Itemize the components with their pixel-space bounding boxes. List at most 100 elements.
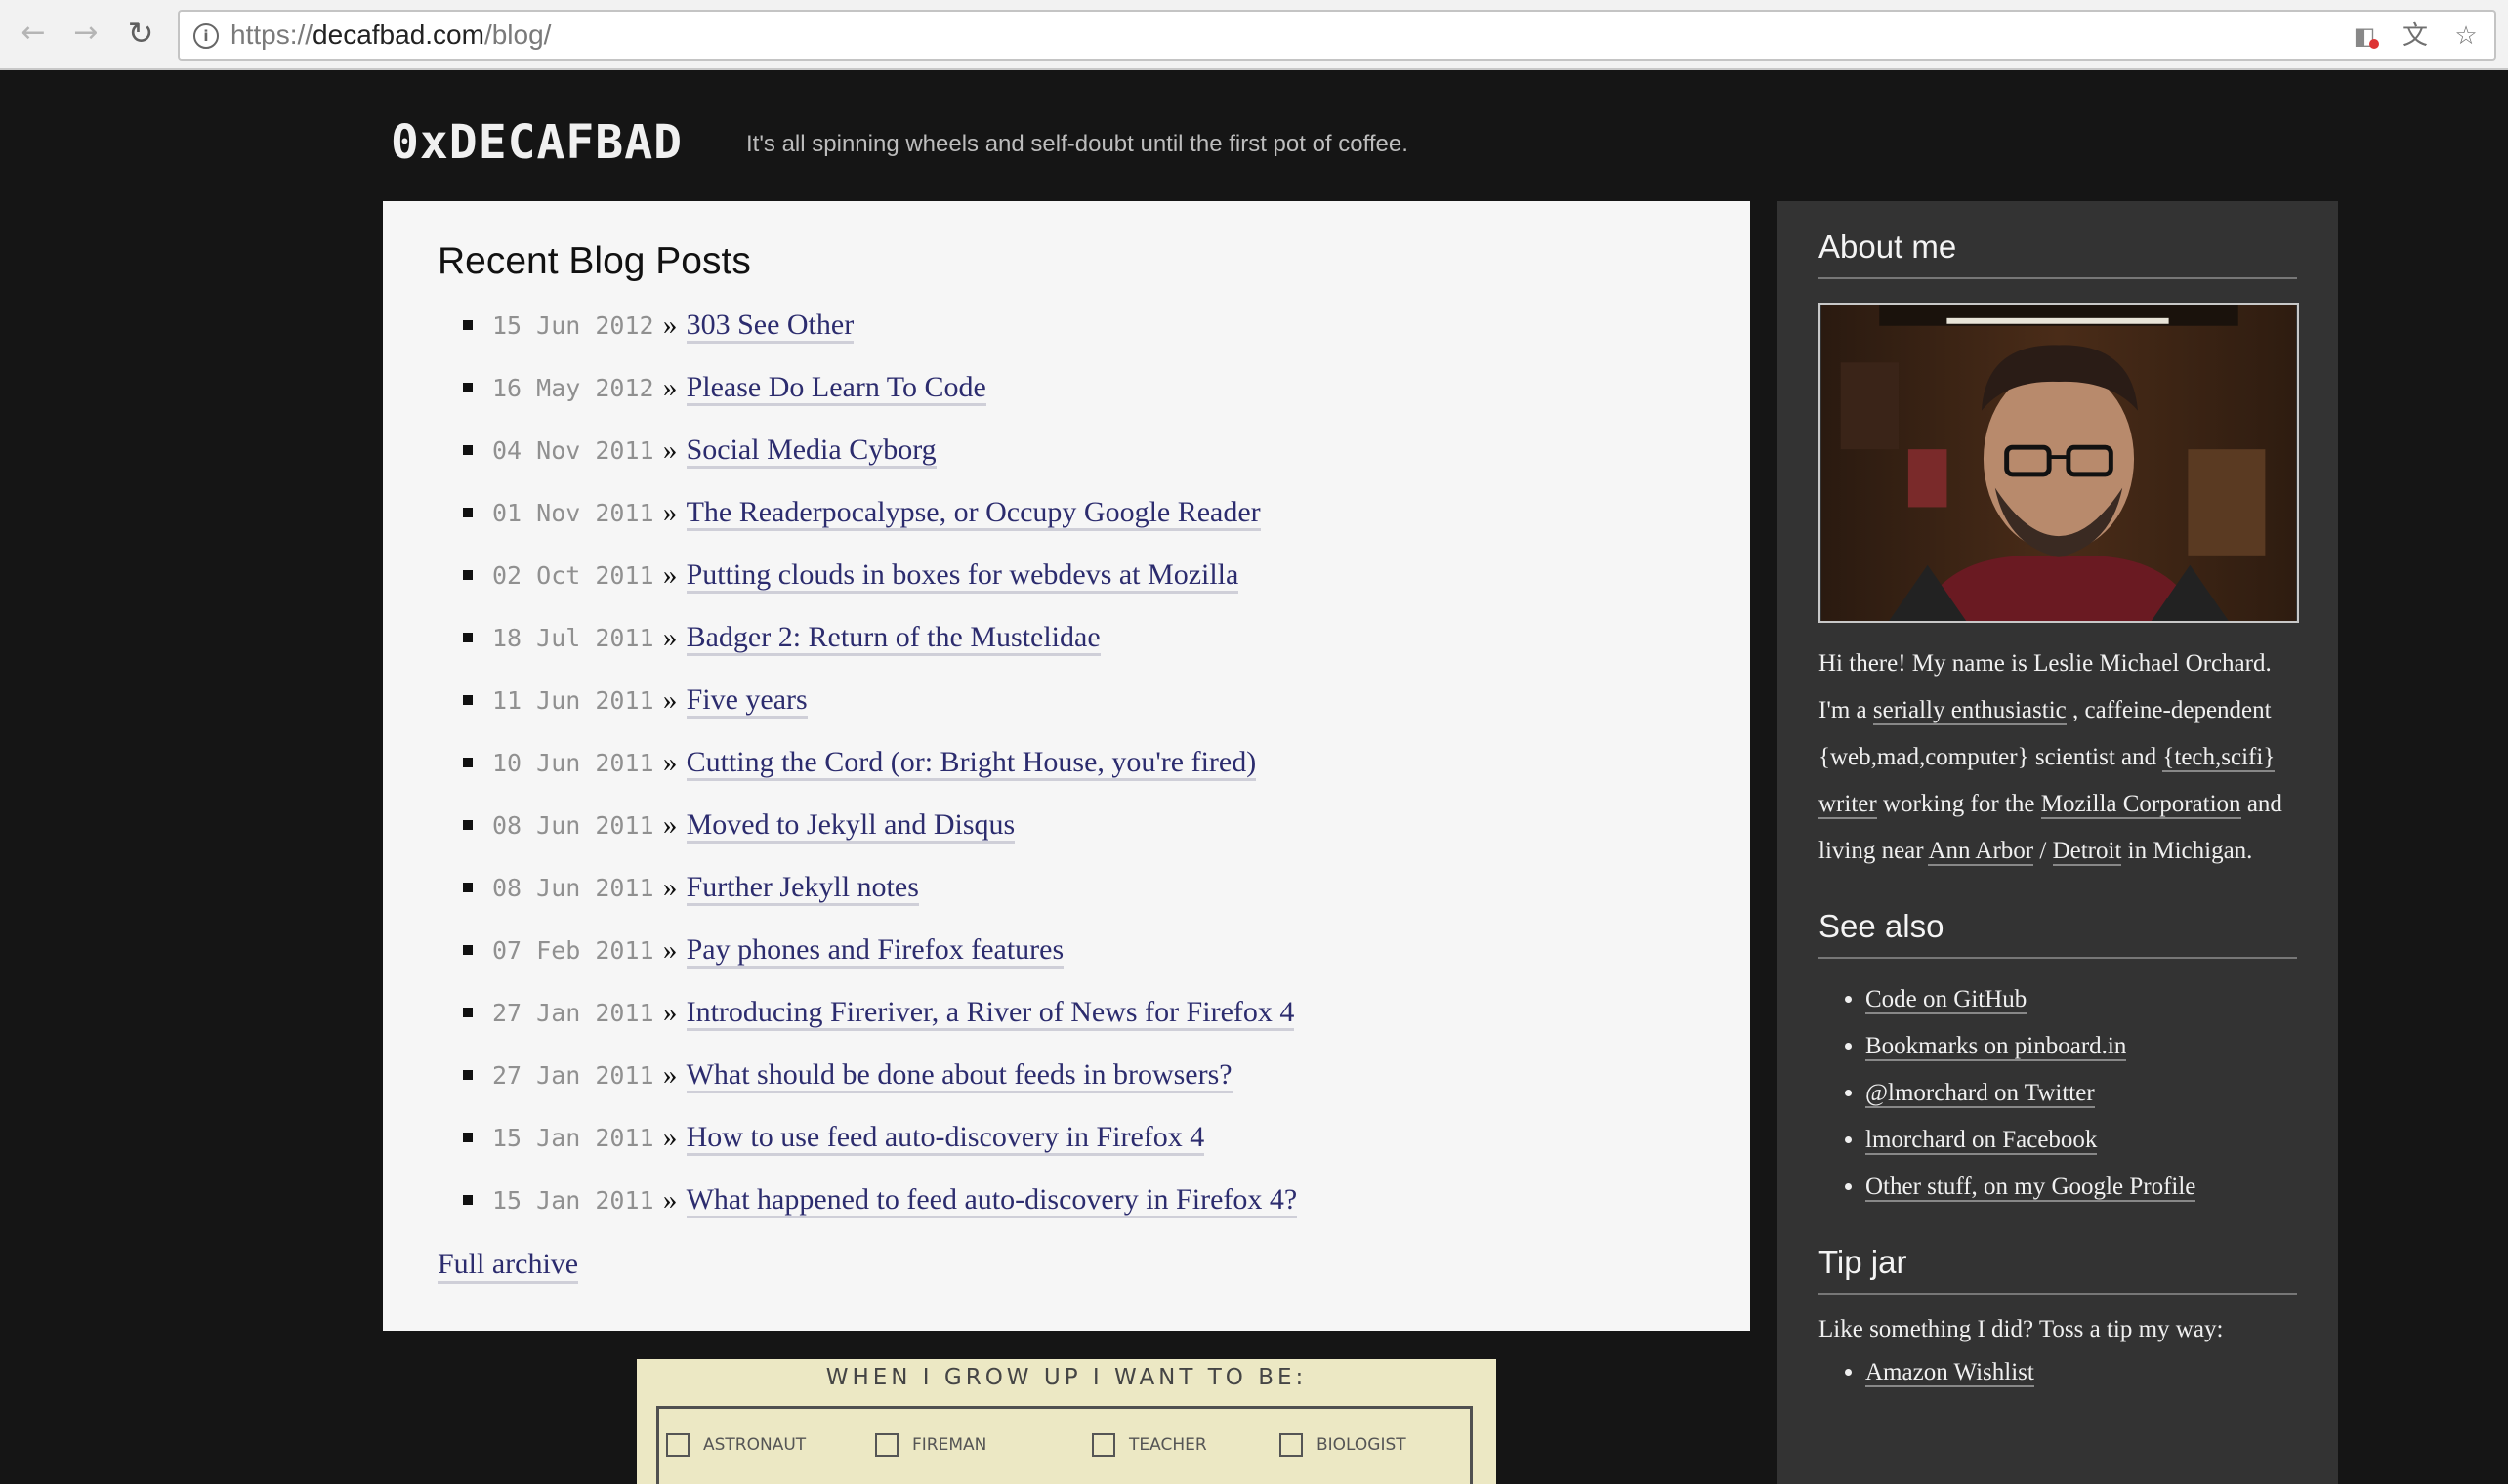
site-title[interactable]: 0xDECAFBAD (391, 115, 683, 170)
post-list-item: 27 Jan 2011 » Introducing Fireriver, a R… (438, 988, 1695, 1051)
recent-posts-panel: Recent Blog Posts 15 Jun 2012 » 303 See … (383, 201, 1750, 1331)
list-item: Other stuff, on my Google Profile (1865, 1164, 2297, 1211)
post-date: 08 Jun 2011 (492, 874, 654, 902)
post-date: 02 Oct 2011 (492, 561, 654, 590)
github-link[interactable]: Code on GitHub (1865, 986, 2027, 1014)
twitter-link[interactable]: @lmorchard on Twitter (1865, 1080, 2095, 1108)
post-date: 27 Jan 2011 (492, 999, 654, 1027)
post-separator: » (662, 497, 678, 528)
checkbox-icon (1092, 1433, 1115, 1457)
sidebar: About me Hi there! My name is Leslie Mic… (1777, 201, 2338, 1484)
blocked-extension-icon[interactable]: ◧ (2350, 21, 2379, 51)
post-date: 15 Jan 2011 (492, 1124, 654, 1152)
amazon-wishlist-link[interactable]: Amazon Wishlist (1865, 1359, 2034, 1387)
grow-up-checklist-image: WHEN I GROW UP I WANT TO BE: ASTRONAUT F… (637, 1359, 1496, 1484)
address-bar[interactable]: i https://decafbad.com/blog/ ◧ 文 ☆ (178, 10, 2496, 61)
reload-icon[interactable]: ↻ (121, 14, 160, 53)
post-separator: » (662, 622, 678, 653)
tip-jar-section: Tip jar Like something I did? Toss a tip… (1818, 1244, 2297, 1396)
post-date: 04 Nov 2011 (492, 436, 654, 465)
url-path: /blog/ (483, 20, 552, 50)
pinboard-link[interactable]: Bookmarks on pinboard.in (1865, 1033, 2127, 1061)
full-archive-link[interactable]: Full archive (438, 1248, 579, 1284)
checkbox-icon (1279, 1433, 1303, 1457)
post-date: 15 Jan 2011 (492, 1186, 654, 1215)
about-me-heading: About me (1818, 228, 2297, 279)
post-date: 16 May 2012 (492, 374, 654, 402)
post-title-link[interactable]: Further Jekyll notes (686, 871, 919, 906)
post-separator: » (662, 747, 678, 778)
ann-arbor-link[interactable]: Ann Arbor (1928, 838, 2034, 866)
serially-enthusiastic-link[interactable]: serially enthusiastic (1872, 697, 2067, 725)
checklist-heading: WHEN I GROW UP I WANT TO BE: (825, 1365, 1308, 1390)
post-list-item: 27 Jan 2011 » What should be done about … (438, 1051, 1695, 1113)
post-list-item: 15 Jun 2012 » 303 See Other (438, 301, 1695, 363)
bio-text: Hi there! My name is Leslie Michael Orch… (1818, 650, 2282, 866)
checklist-option: FIREMAN (875, 1433, 986, 1457)
detroit-link[interactable]: Detroit (2052, 838, 2122, 866)
list-item: Bookmarks on pinboard.in (1865, 1023, 2297, 1070)
post-title-link[interactable]: The Readerpocalypse, or Occupy Google Re… (686, 496, 1261, 531)
checkbox-icon (666, 1433, 690, 1457)
checklist-option: ASTRONAUT (666, 1433, 806, 1457)
see-also-heading: See also (1818, 908, 2297, 959)
mozilla-corporation-link[interactable]: Mozilla Corporation (2040, 791, 2241, 819)
list-item: Amazon Wishlist (1865, 1349, 2297, 1396)
post-date: 07 Feb 2011 (492, 936, 654, 965)
post-title-link[interactable]: Introducing Fireriver, a River of News f… (686, 996, 1295, 1031)
post-title-link[interactable]: What happened to feed auto-discovery in … (686, 1183, 1298, 1218)
post-title-link[interactable]: Moved to Jekyll and Disqus (686, 808, 1016, 844)
post-title-link[interactable]: Pay phones and Firefox features (686, 933, 1065, 969)
post-list-item: 11 Jun 2011 » Five years (438, 676, 1695, 738)
bookmark-star-icon[interactable]: ☆ (2451, 21, 2481, 51)
post-separator: » (662, 1122, 678, 1153)
author-photo (1818, 303, 2299, 623)
post-date: 18 Jul 2011 (492, 624, 654, 652)
post-separator: » (662, 559, 678, 591)
post-title-link[interactable]: Social Media Cyborg (686, 433, 937, 469)
post-list-item: 18 Jul 2011 » Badger 2: Return of the Mu… (438, 613, 1695, 676)
post-date: 27 Jan 2011 (492, 1061, 654, 1090)
forward-arrow-icon[interactable]: → (66, 14, 105, 53)
post-list-item: 01 Nov 2011 » The Readerpocalypse, or Oc… (438, 488, 1695, 551)
post-date: 10 Jun 2011 (492, 749, 654, 777)
post-list-item: 08 Jun 2011 » Moved to Jekyll and Disqus (438, 801, 1695, 863)
tip-jar-list: Amazon Wishlist (1818, 1349, 2297, 1396)
checkbox-icon (875, 1433, 899, 1457)
info-icon[interactable]: i (193, 23, 219, 49)
url-host: decafbad.com (313, 20, 484, 50)
post-date: 08 Jun 2011 (492, 811, 654, 840)
google-profile-link[interactable]: Other stuff, on my Google Profile (1865, 1174, 2196, 1202)
post-separator: » (662, 934, 678, 966)
post-separator: » (662, 684, 678, 716)
post-separator: » (662, 372, 678, 403)
post-title-link[interactable]: What should be done about feeds in brows… (686, 1058, 1233, 1093)
post-title-link[interactable]: Badger 2: Return of the Mustelidae (686, 621, 1101, 656)
post-list-item: 15 Jan 2011 » How to use feed auto-disco… (438, 1113, 1695, 1175)
post-title-link[interactable]: Putting clouds in boxes for webdevs at M… (686, 558, 1239, 594)
post-title-link[interactable]: 303 See Other (686, 309, 855, 344)
post-list-item: 16 May 2012 » Please Do Learn To Code (438, 363, 1695, 426)
url-text[interactable]: https://decafbad.com/blog/ (230, 20, 551, 51)
post-separator: » (662, 809, 678, 841)
facebook-link[interactable]: lmorchard on Facebook (1865, 1127, 2098, 1155)
translate-icon[interactable]: 文 (2401, 21, 2430, 51)
post-list-item: 04 Nov 2011 » Social Media Cyborg (438, 426, 1695, 488)
post-list-item: 02 Oct 2011 » Putting clouds in boxes fo… (438, 551, 1695, 613)
browser-toolbar: ← → ↻ i https://decafbad.com/blog/ ◧ 文 ☆ (0, 0, 2508, 70)
list-item: lmorchard on Facebook (1865, 1117, 2297, 1164)
post-date: 01 Nov 2011 (492, 499, 654, 527)
post-title-link[interactable]: Five years (686, 683, 808, 719)
post-separator: » (662, 997, 678, 1028)
post-list-item: 10 Jun 2011 » Cutting the Cord (or: Brig… (438, 738, 1695, 801)
see-also-list: Code on GitHub Bookmarks on pinboard.in … (1818, 976, 2297, 1211)
post-separator: » (662, 872, 678, 903)
tip-jar-heading: Tip jar (1818, 1244, 2297, 1295)
checklist-option: BIOLOGIST (1279, 1433, 1406, 1457)
post-title-link[interactable]: Cutting the Cord (or: Bright House, you'… (686, 746, 1257, 781)
post-title-link[interactable]: Please Do Learn To Code (686, 371, 986, 406)
site-tagline: It's all spinning wheels and self-doubt … (746, 131, 1408, 157)
post-separator: » (662, 434, 678, 466)
back-arrow-icon[interactable]: ← (14, 14, 53, 53)
post-title-link[interactable]: How to use feed auto-discovery in Firefo… (686, 1121, 1205, 1156)
